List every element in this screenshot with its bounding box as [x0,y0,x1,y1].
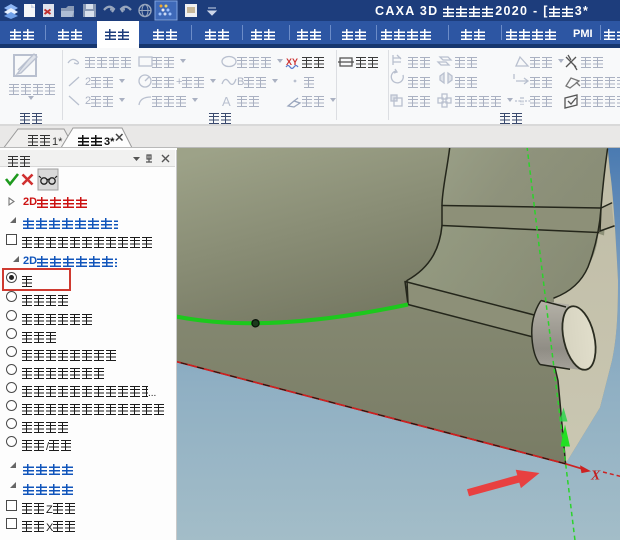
svg-text:X: X [590,469,601,484]
svg-text:A: A [222,94,231,109]
